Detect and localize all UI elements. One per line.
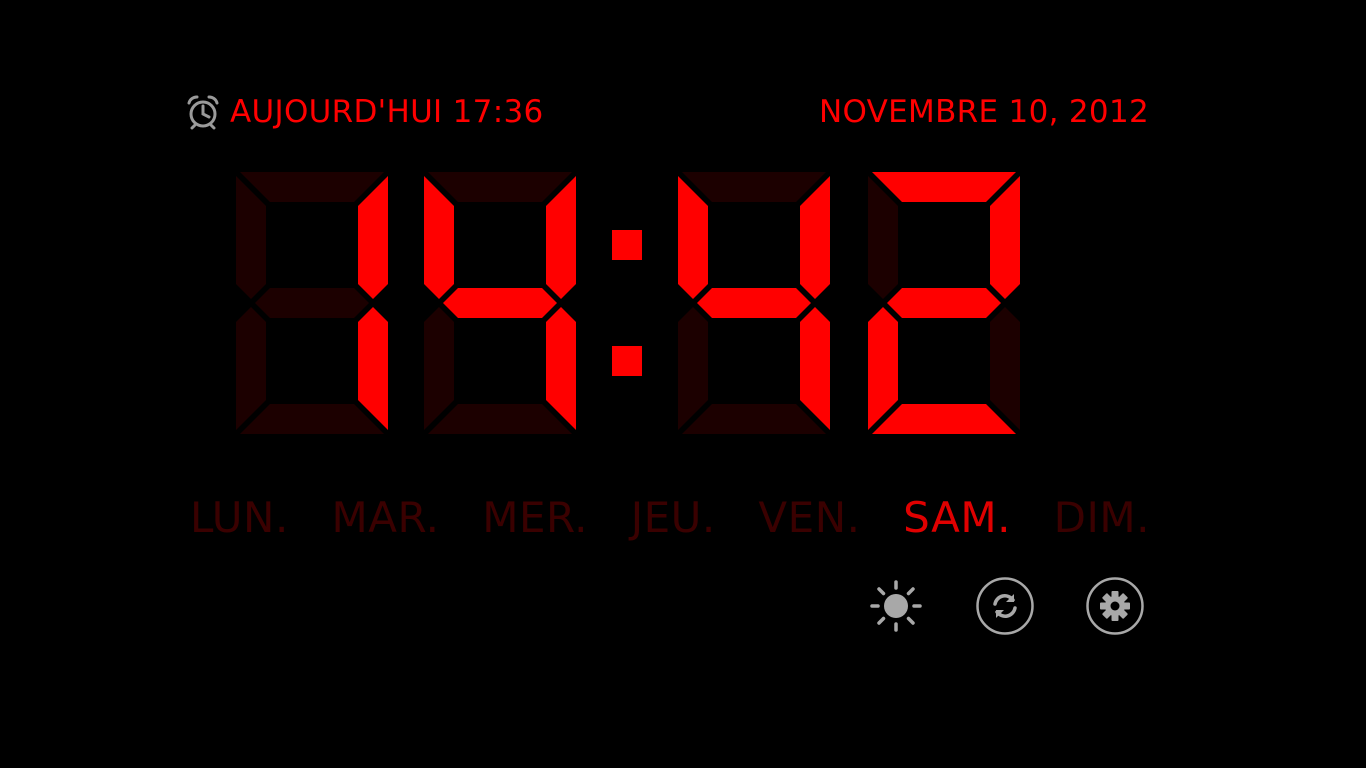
refresh-icon[interactable] (975, 576, 1035, 636)
digit-0-segment-d (240, 404, 384, 434)
colon-dot-2 (612, 346, 642, 376)
digit-2-segment-f (678, 176, 708, 299)
digit-0-segment-f (236, 176, 266, 299)
digit-3-segment-g (887, 288, 1001, 318)
day-mar: MAR. (331, 493, 440, 542)
day-dim: DIM. (1053, 493, 1150, 542)
digit-3-segment-e (868, 307, 898, 430)
digit-3-segment-a (872, 172, 1016, 202)
digit-1-segment-d (428, 404, 572, 434)
digit-2-segment-b (800, 176, 830, 299)
digit-0-segment-b (358, 176, 388, 299)
digit-0-segment-a (240, 172, 384, 202)
day-jeu: JEU. (630, 493, 716, 542)
digit-2-segment-e (678, 307, 708, 430)
digit-2-segment-d (682, 404, 826, 434)
digit-1-segment-b (546, 176, 576, 299)
digit-0-segment-g (255, 288, 369, 318)
settings-gear-icon[interactable] (1085, 576, 1145, 636)
digit-3-segment-b (990, 176, 1020, 299)
digit-0-segment-e (236, 307, 266, 430)
digit-1-segment-g (443, 288, 557, 318)
digital-clock-display (236, 172, 1020, 434)
day-mer: MER. (482, 493, 589, 542)
day-ven: VEN. (758, 493, 861, 542)
digit-2-segment-c (800, 307, 830, 430)
digit-1-segment-e (424, 307, 454, 430)
weekday-row: LUN. MAR. MER. JEU. VEN. SAM. DIM. (190, 490, 1150, 546)
date-label: NOVEMBRE 10, 2012 (819, 94, 1149, 130)
colon-dot-1 (612, 230, 642, 260)
alarm-indicator[interactable]: AUJOURD'HUI 17:36 (186, 92, 544, 132)
digit-2-segment-a (682, 172, 826, 202)
digit-1-segment-f (424, 176, 454, 299)
day-lun: LUN. (190, 493, 289, 542)
day-sam: SAM. (903, 493, 1011, 542)
digit-3-segment-c (990, 307, 1020, 430)
alarm-time-label: AUJOURD'HUI 17:36 (230, 94, 544, 130)
digit-0-segment-c (358, 307, 388, 430)
brightness-icon[interactable] (866, 576, 926, 636)
control-bar (866, 576, 1146, 636)
clock-screen: AUJOURD'HUI 17:36 NOVEMBRE 10, 2012 LUN.… (0, 0, 1366, 768)
digit-1-segment-a (428, 172, 572, 202)
digit-1-segment-c (546, 307, 576, 430)
digit-3-segment-f (868, 176, 898, 299)
alarm-clock-icon (187, 95, 219, 130)
digit-2-segment-g (697, 288, 811, 318)
digit-3-segment-d (872, 404, 1016, 434)
